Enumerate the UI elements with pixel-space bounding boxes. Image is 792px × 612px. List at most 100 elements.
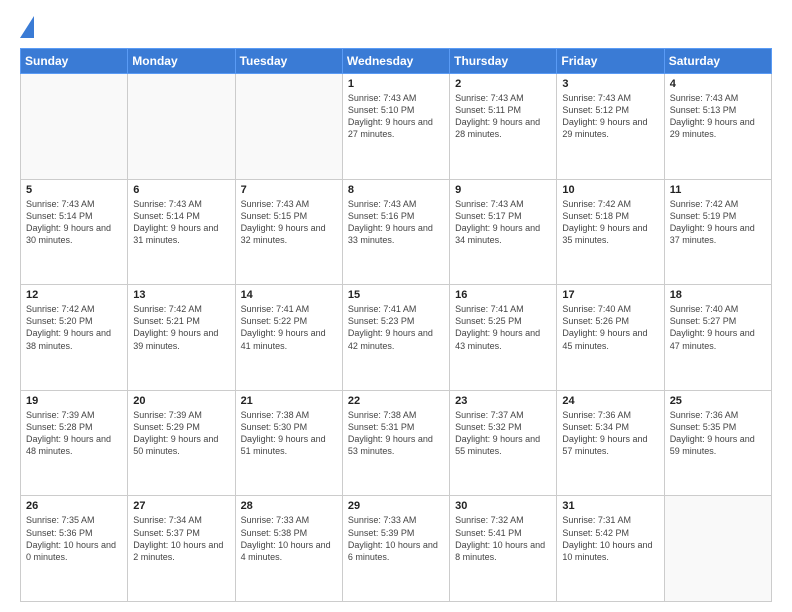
day-number: 2 — [455, 78, 551, 90]
logo — [20, 16, 38, 38]
day-number: 7 — [241, 184, 337, 196]
day-number: 17 — [562, 289, 658, 301]
weekday-header-friday: Friday — [557, 49, 664, 74]
day-cell: 25 Sunrise: 7:36 AM Sunset: 5:35 PM Dayli… — [664, 390, 771, 496]
day-cell: 17 Sunrise: 7:40 AM Sunset: 5:26 PM Dayli… — [557, 285, 664, 391]
day-info: Sunrise: 7:31 AM Sunset: 5:42 PM Dayligh… — [562, 514, 658, 563]
day-info: Sunrise: 7:41 AM Sunset: 5:22 PM Dayligh… — [241, 303, 337, 352]
day-number: 8 — [348, 184, 444, 196]
week-row-4: 26 Sunrise: 7:35 AM Sunset: 5:36 PM Dayli… — [21, 496, 772, 602]
day-cell: 13Sunrise: 7:42 AM Sunset: 5:21 PM Dayli… — [128, 285, 235, 391]
day-cell: 3Sunrise: 7:43 AM Sunset: 5:12 PM Daylig… — [557, 74, 664, 180]
weekday-header-saturday: Saturday — [664, 49, 771, 74]
day-info: Sunrise: 7:41 AM Sunset: 5:25 PM Dayligh… — [455, 303, 551, 352]
day-number: 18 — [670, 289, 766, 301]
day-cell: 30 Sunrise: 7:32 AM Sunset: 5:41 PM Dayli… — [450, 496, 557, 602]
day-info: Sunrise: 7:43 AM Sunset: 5:14 PM Dayligh… — [26, 198, 122, 247]
day-number: 23 — [455, 395, 551, 407]
day-number: 1 — [348, 78, 444, 90]
weekday-header-row: SundayMondayTuesdayWednesdayThursdayFrid… — [21, 49, 772, 74]
day-number: 16 — [455, 289, 551, 301]
day-cell: 4 Sunrise: 7:43 AM Sunset: 5:13 PM Daylig… — [664, 74, 771, 180]
day-cell: 8 Sunrise: 7:43 AM Sunset: 5:16 PM Daylig… — [342, 179, 449, 285]
day-cell: 29Sunrise: 7:33 AM Sunset: 5:39 PM Dayli… — [342, 496, 449, 602]
day-cell — [128, 74, 235, 180]
weekday-header-thursday: Thursday — [450, 49, 557, 74]
day-cell: 1 Sunrise: 7:43 AM Sunset: 5:10 PM Daylig… — [342, 74, 449, 180]
day-cell: 6 Sunrise: 7:43 AM Sunset: 5:14 PM Daylig… — [128, 179, 235, 285]
day-info: Sunrise: 7:43 AM Sunset: 5:16 PM Dayligh… — [348, 198, 444, 247]
day-number: 30 — [455, 500, 551, 512]
day-cell: 28 Sunrise: 7:33 AM Sunset: 5:38 PM Dayli… — [235, 496, 342, 602]
day-number: 19 — [26, 395, 122, 407]
day-cell: 22 Sunrise: 7:38 AM Sunset: 5:31 PM Dayli… — [342, 390, 449, 496]
day-number: 4 — [670, 78, 766, 90]
week-row-2: 12 Sunrise: 7:42 AM Sunset: 5:20 PM Dayli… — [21, 285, 772, 391]
day-info: Sunrise: 7:36 AM Sunset: 5:34 PM Dayligh… — [562, 409, 658, 458]
day-info: Sunrise: 7:34 AM Sunset: 5:37 PM Dayligh… — [133, 514, 229, 563]
day-number: 24 — [562, 395, 658, 407]
day-info: Sunrise: 7:36 AM Sunset: 5:35 PM Dayligh… — [670, 409, 766, 458]
day-info: Sunrise: 7:39 AM Sunset: 5:29 PM Dayligh… — [133, 409, 229, 458]
day-info: Sunrise: 7:42 AM Sunset: 5:19 PM Dayligh… — [670, 198, 766, 247]
weekday-header-tuesday: Tuesday — [235, 49, 342, 74]
week-row-3: 19 Sunrise: 7:39 AM Sunset: 5:28 PM Dayli… — [21, 390, 772, 496]
day-number: 6 — [133, 184, 229, 196]
day-info: Sunrise: 7:43 AM Sunset: 5:15 PM Dayligh… — [241, 198, 337, 247]
day-info: Sunrise: 7:38 AM Sunset: 5:31 PM Dayligh… — [348, 409, 444, 458]
day-number: 22 — [348, 395, 444, 407]
weekday-header-monday: Monday — [128, 49, 235, 74]
day-cell: 12 Sunrise: 7:42 AM Sunset: 5:20 PM Dayli… — [21, 285, 128, 391]
day-number: 12 — [26, 289, 122, 301]
day-number: 13 — [133, 289, 229, 301]
day-info: Sunrise: 7:43 AM Sunset: 5:13 PM Dayligh… — [670, 92, 766, 141]
day-cell: 24 Sunrise: 7:36 AM Sunset: 5:34 PM Dayli… — [557, 390, 664, 496]
week-row-0: 1 Sunrise: 7:43 AM Sunset: 5:10 PM Daylig… — [21, 74, 772, 180]
day-cell: 20 Sunrise: 7:39 AM Sunset: 5:29 PM Dayli… — [128, 390, 235, 496]
day-number: 11 — [670, 184, 766, 196]
day-cell: 27 Sunrise: 7:34 AM Sunset: 5:37 PM Dayli… — [128, 496, 235, 602]
day-info: Sunrise: 7:40 AM Sunset: 5:27 PM Dayligh… — [670, 303, 766, 352]
day-info: Sunrise: 7:38 AM Sunset: 5:30 PM Dayligh… — [241, 409, 337, 458]
day-info: Sunrise: 7:43 AM Sunset: 5:12 PM Dayligh… — [562, 92, 658, 141]
day-number: 29 — [348, 500, 444, 512]
day-cell: 31 Sunrise: 7:31 AM Sunset: 5:42 PM Dayli… — [557, 496, 664, 602]
day-number: 27 — [133, 500, 229, 512]
day-cell: 10Sunrise: 7:42 AM Sunset: 5:18 PM Dayli… — [557, 179, 664, 285]
day-cell: 5 Sunrise: 7:43 AM Sunset: 5:14 PM Daylig… — [21, 179, 128, 285]
day-info: Sunrise: 7:35 AM Sunset: 5:36 PM Dayligh… — [26, 514, 122, 563]
day-cell: 14Sunrise: 7:41 AM Sunset: 5:22 PM Dayli… — [235, 285, 342, 391]
day-number: 31 — [562, 500, 658, 512]
day-number: 5 — [26, 184, 122, 196]
day-info: Sunrise: 7:43 AM Sunset: 5:17 PM Dayligh… — [455, 198, 551, 247]
day-number: 28 — [241, 500, 337, 512]
day-cell: 16 Sunrise: 7:41 AM Sunset: 5:25 PM Dayli… — [450, 285, 557, 391]
day-cell: 23Sunrise: 7:37 AM Sunset: 5:32 PM Dayli… — [450, 390, 557, 496]
day-number: 25 — [670, 395, 766, 407]
calendar-table: SundayMondayTuesdayWednesdayThursdayFrid… — [20, 48, 772, 602]
day-cell: 9 Sunrise: 7:43 AM Sunset: 5:17 PM Daylig… — [450, 179, 557, 285]
week-row-1: 5 Sunrise: 7:43 AM Sunset: 5:14 PM Daylig… — [21, 179, 772, 285]
day-cell: 11 Sunrise: 7:42 AM Sunset: 5:19 PM Dayli… — [664, 179, 771, 285]
day-info: Sunrise: 7:33 AM Sunset: 5:38 PM Dayligh… — [241, 514, 337, 563]
day-cell: 15Sunrise: 7:41 AM Sunset: 5:23 PM Dayli… — [342, 285, 449, 391]
day-info: Sunrise: 7:40 AM Sunset: 5:26 PM Dayligh… — [562, 303, 658, 352]
page: SundayMondayTuesdayWednesdayThursdayFrid… — [0, 0, 792, 612]
day-cell: 18 Sunrise: 7:40 AM Sunset: 5:27 PM Dayli… — [664, 285, 771, 391]
day-info: Sunrise: 7:43 AM Sunset: 5:14 PM Dayligh… — [133, 198, 229, 247]
day-info: Sunrise: 7:32 AM Sunset: 5:41 PM Dayligh… — [455, 514, 551, 563]
day-number: 9 — [455, 184, 551, 196]
day-info: Sunrise: 7:42 AM Sunset: 5:20 PM Dayligh… — [26, 303, 122, 352]
day-info: Sunrise: 7:43 AM Sunset: 5:11 PM Dayligh… — [455, 92, 551, 141]
day-number: 20 — [133, 395, 229, 407]
day-info: Sunrise: 7:41 AM Sunset: 5:23 PM Dayligh… — [348, 303, 444, 352]
day-number: 21 — [241, 395, 337, 407]
day-info: Sunrise: 7:42 AM Sunset: 5:18 PM Dayligh… — [562, 198, 658, 247]
day-number: 26 — [26, 500, 122, 512]
day-info: Sunrise: 7:39 AM Sunset: 5:28 PM Dayligh… — [26, 409, 122, 458]
logo-icon — [20, 16, 34, 38]
day-cell — [235, 74, 342, 180]
day-info: Sunrise: 7:43 AM Sunset: 5:10 PM Dayligh… — [348, 92, 444, 141]
day-cell: 19 Sunrise: 7:39 AM Sunset: 5:28 PM Dayli… — [21, 390, 128, 496]
weekday-header-wednesday: Wednesday — [342, 49, 449, 74]
